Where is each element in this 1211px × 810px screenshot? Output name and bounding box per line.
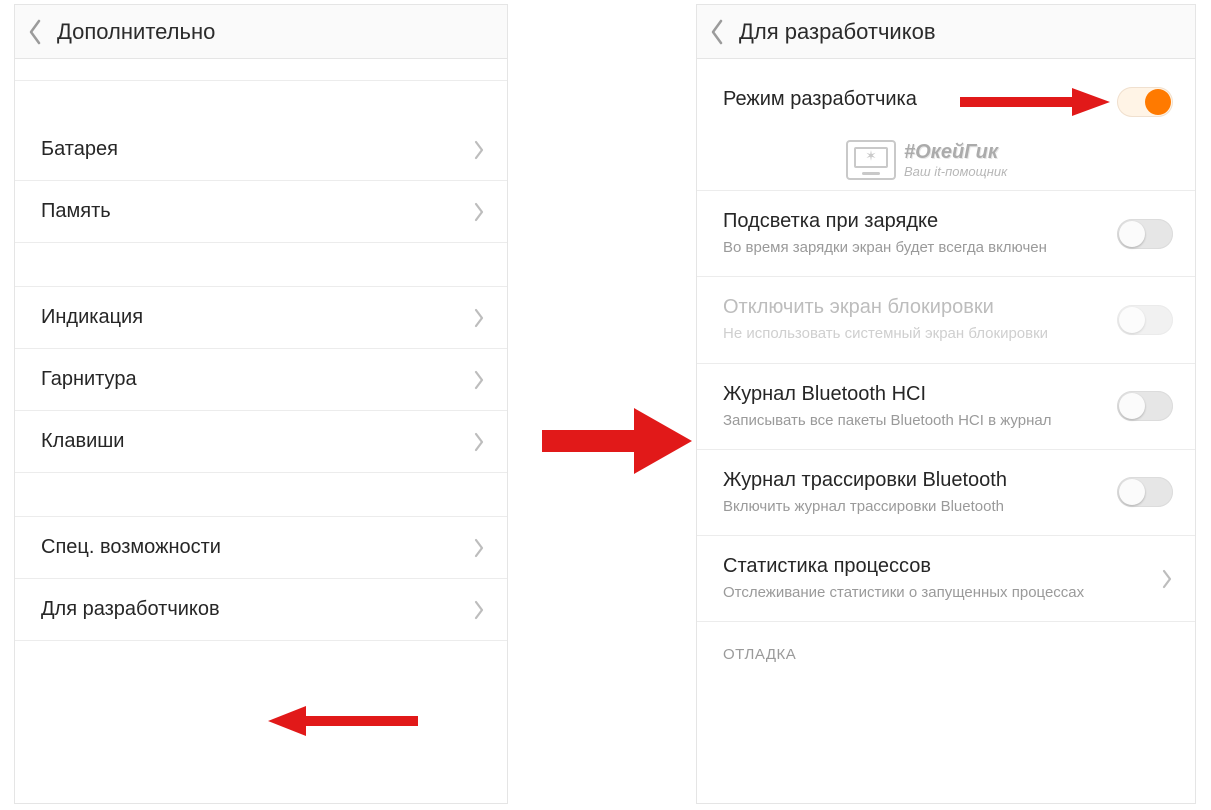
toggle-bluetooth-hci-log[interactable] bbox=[1117, 391, 1173, 421]
row-battery[interactable]: Батарея bbox=[15, 119, 507, 181]
toggle-bluetooth-trace-log[interactable] bbox=[1117, 477, 1173, 507]
row-subtext: Записывать все пакеты Bluetooth HCI в жу… bbox=[723, 411, 1103, 431]
toggle-backlight-charging[interactable] bbox=[1117, 219, 1173, 249]
back-icon[interactable] bbox=[709, 19, 725, 45]
annotation-arrow-to-developers bbox=[268, 706, 418, 736]
chevron-right-icon bbox=[473, 370, 485, 390]
row-label: Батарея bbox=[41, 137, 459, 162]
page-title: Дополнительно bbox=[57, 19, 215, 45]
chevron-right-icon bbox=[473, 600, 485, 620]
chevron-right-icon bbox=[473, 538, 485, 558]
chevron-right-icon bbox=[473, 308, 485, 328]
row-label: Статистика процессов bbox=[723, 554, 1147, 579]
row-memory[interactable]: Память bbox=[15, 181, 507, 243]
watermark-subtitle: Ваш it-помощник bbox=[904, 164, 1007, 179]
section-gap bbox=[15, 473, 507, 517]
page-title: Для разработчиков bbox=[739, 19, 936, 45]
watermark-title: #ОкейГик bbox=[904, 141, 1007, 164]
laptop-icon: ✶ bbox=[846, 140, 896, 180]
row-label: Спец. возможности bbox=[41, 535, 459, 560]
toggle-disable-lockscreen bbox=[1117, 305, 1173, 335]
row-developers[interactable]: Для разработчиков bbox=[15, 579, 507, 641]
row-label: Отключить экран блокировки bbox=[723, 295, 1103, 320]
section-gap bbox=[15, 243, 507, 287]
section-label-debug: ОТЛАДКА bbox=[697, 622, 1195, 671]
toggle-dev-mode[interactable] bbox=[1117, 87, 1173, 117]
chevron-right-icon bbox=[473, 140, 485, 160]
row-process-stats[interactable]: Статистика процессов Отслеживание статис… bbox=[697, 536, 1195, 622]
row-keys[interactable]: Клавиши bbox=[15, 411, 507, 473]
row-label: Журнал Bluetooth HCI bbox=[723, 382, 1103, 407]
row-bluetooth-hci-log[interactable]: Журнал Bluetooth HCI Записывать все паке… bbox=[697, 364, 1195, 450]
back-icon[interactable] bbox=[27, 19, 43, 45]
row-label: Подсветка при зарядке bbox=[723, 209, 1103, 234]
row-dev-mode[interactable]: Режим разработчика bbox=[697, 59, 1195, 127]
row-subtext: Включить журнал трассировки Bluetooth bbox=[723, 497, 1103, 517]
settings-list: Батарея Память Индикация Гарнитура Клави… bbox=[15, 59, 507, 641]
annotation-arrow-center bbox=[542, 402, 692, 485]
watermark: ✶ #ОкейГик Ваш it-помощник bbox=[846, 140, 1007, 180]
settings-panel-developers: Для разработчиков Режим разработчика Под… bbox=[696, 4, 1196, 804]
header-bar: Для разработчиков bbox=[697, 5, 1195, 59]
row-backlight-charging[interactable]: Подсветка при зарядке Во время зарядки э… bbox=[697, 191, 1195, 277]
settings-panel-advanced: Дополнительно Батарея Память Индикация Г… bbox=[14, 4, 508, 804]
row-label: Клавиши bbox=[41, 429, 459, 454]
row-disable-lockscreen: Отключить экран блокировки Не использова… bbox=[697, 277, 1195, 363]
row-label: Память bbox=[41, 199, 459, 224]
annotation-arrow-to-toggle bbox=[960, 88, 1110, 116]
header-bar: Дополнительно bbox=[15, 5, 507, 59]
row-bluetooth-trace-log[interactable]: Журнал трассировки Bluetooth Включить жу… bbox=[697, 450, 1195, 536]
row-indication[interactable]: Индикация bbox=[15, 287, 507, 349]
row-label: Журнал трассировки Bluetooth bbox=[723, 468, 1103, 493]
row-subtext: Во время зарядки экран будет всегда вклю… bbox=[723, 238, 1103, 258]
row-subtext: Отслеживание статистики о запущенных про… bbox=[723, 583, 1147, 603]
row-label: Индикация bbox=[41, 305, 459, 330]
chevron-right-icon bbox=[473, 432, 485, 452]
row-label: Гарнитура bbox=[41, 367, 459, 392]
chevron-right-icon bbox=[473, 202, 485, 222]
chevron-right-icon bbox=[1161, 569, 1173, 589]
row-headset[interactable]: Гарнитура bbox=[15, 349, 507, 411]
section-gap bbox=[15, 81, 507, 119]
row-label: Для разработчиков bbox=[41, 597, 459, 622]
cutoff-row bbox=[15, 59, 507, 81]
row-subtext: Не использовать системный экран блокиров… bbox=[723, 324, 1103, 344]
row-accessibility[interactable]: Спец. возможности bbox=[15, 517, 507, 579]
